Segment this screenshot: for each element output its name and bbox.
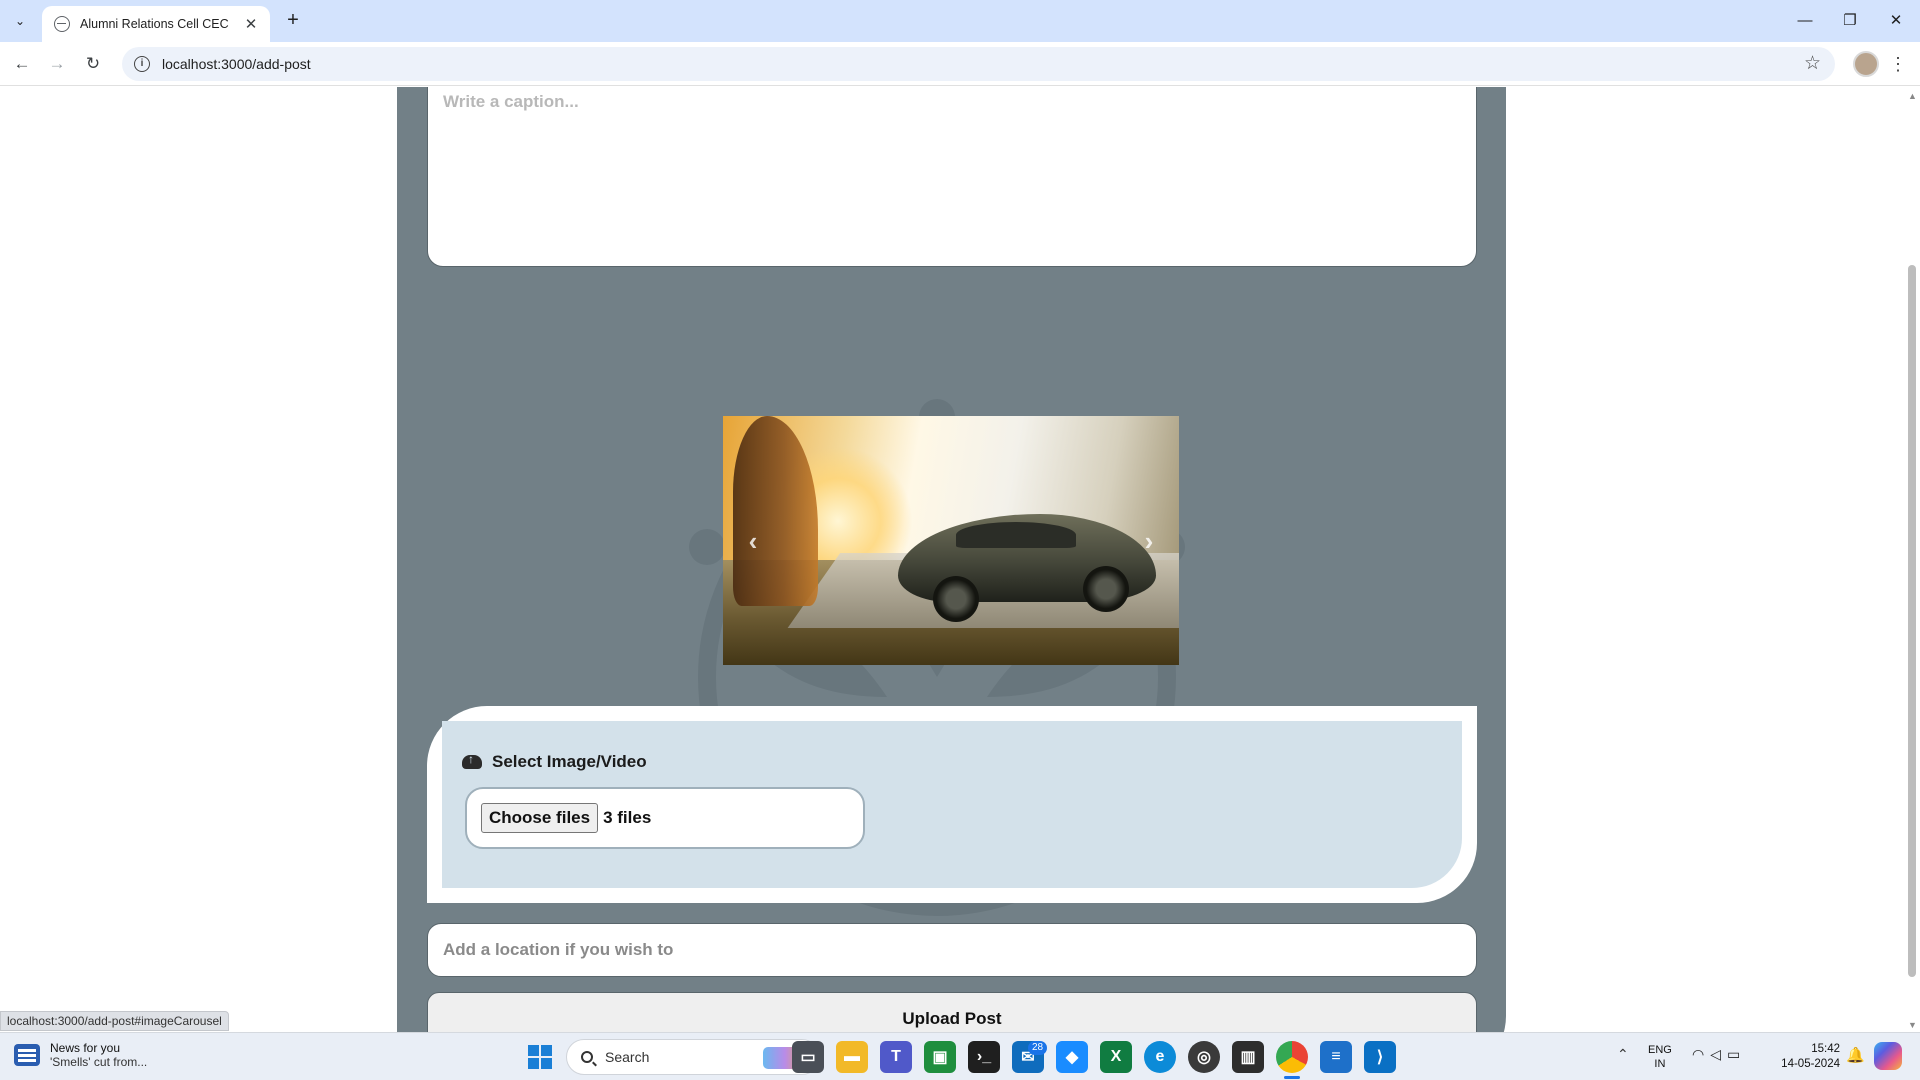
maximize-button[interactable]: ❐ bbox=[1827, 0, 1873, 40]
close-window-button[interactable]: ✕ bbox=[1873, 0, 1919, 40]
chrome-icon[interactable] bbox=[1276, 1041, 1308, 1073]
file-explorer-icon[interactable]: ▬ bbox=[836, 1041, 868, 1073]
wifi-volume-battery-icons[interactable]: ◠◁▭ bbox=[1692, 1046, 1746, 1063]
tab-search-icon[interactable]: ⌄ bbox=[8, 9, 32, 33]
excel-icon[interactable]: X bbox=[1100, 1041, 1132, 1073]
tray-overflow-icon[interactable]: ⌃ bbox=[1617, 1046, 1629, 1063]
scroll-up-icon[interactable]: ▲ bbox=[1908, 91, 1917, 101]
carousel-next-icon[interactable]: › bbox=[1134, 521, 1164, 561]
vscode-icon[interactable]: ⟩ bbox=[1364, 1041, 1396, 1073]
bookmark-star-icon[interactable]: ☆ bbox=[1804, 52, 1821, 75]
taskbar: News for you 'Smells' cut from... Search… bbox=[0, 1032, 1920, 1080]
forward-arrow-icon[interactable]: → bbox=[43, 50, 71, 78]
scroll-down-icon[interactable]: ▼ bbox=[1908, 1020, 1917, 1030]
copilot-icon[interactable] bbox=[1874, 1042, 1902, 1070]
upload-panel: Select Image/Video Choose files 3 files bbox=[442, 721, 1462, 888]
file-input[interactable]: Choose files 3 files bbox=[465, 787, 865, 849]
page-scrollbar[interactable]: ▲ ▼ bbox=[1904, 87, 1920, 1032]
task-view-icon[interactable]: ▭ bbox=[792, 1041, 824, 1073]
upload-label: Select Image/Video bbox=[462, 752, 647, 772]
location-placeholder: Add a location if you wish to bbox=[443, 940, 674, 959]
tab-close-icon[interactable]: ✕ bbox=[242, 15, 260, 33]
car-wheel bbox=[933, 576, 979, 622]
choose-files-button[interactable]: Choose files bbox=[481, 803, 599, 833]
lang-line2: IN bbox=[1654, 1058, 1666, 1070]
location-input[interactable]: Add a location if you wish to bbox=[427, 923, 1477, 977]
notification-bell-icon[interactable]: 🔔 bbox=[1846, 1046, 1865, 1064]
news-widget[interactable]: News for you 'Smells' cut from... bbox=[14, 1041, 147, 1069]
tab-strip: ⌄ Alumni Relations Cell CEC ✕ + — ❐ ✕ bbox=[0, 0, 1920, 42]
app-icon[interactable]: ◎ bbox=[1188, 1041, 1220, 1073]
upload-label-text: Select Image/Video bbox=[492, 752, 647, 771]
car-wheel bbox=[1083, 566, 1129, 612]
search-icon bbox=[581, 1051, 593, 1063]
news-title: News for you bbox=[50, 1041, 121, 1055]
language-indicator[interactable]: ENG IN bbox=[1648, 1043, 1672, 1071]
carousel-prev-icon[interactable]: ‹ bbox=[738, 521, 768, 561]
scroll-thumb[interactable] bbox=[1908, 265, 1916, 977]
reload-icon[interactable]: ↻ bbox=[79, 50, 107, 78]
globe-icon bbox=[54, 16, 70, 32]
classroom-icon[interactable]: ▣ bbox=[924, 1041, 956, 1073]
cloud-upload-icon bbox=[462, 752, 482, 769]
browser-menu-icon[interactable]: ⋮ bbox=[1888, 50, 1908, 78]
add-post-card: Write a caption... ‹ › Select Image/Vide… bbox=[397, 87, 1506, 1032]
taskbar-search[interactable]: Search bbox=[566, 1039, 820, 1075]
minimize-button[interactable]: — bbox=[1782, 0, 1828, 40]
terminal-icon[interactable]: ›_ bbox=[968, 1041, 1000, 1073]
active-app-indicator bbox=[1284, 1076, 1300, 1079]
new-tab-button[interactable]: + bbox=[281, 9, 305, 33]
upload-post-button[interactable]: Upload Post bbox=[427, 992, 1477, 1032]
news-subtitle: 'Smells' cut from... bbox=[50, 1055, 148, 1069]
upload-section: Select Image/Video Choose files 3 files bbox=[427, 706, 1477, 903]
store-icon[interactable]: ◆ bbox=[1056, 1041, 1088, 1073]
notepad-icon[interactable]: ≡ bbox=[1320, 1041, 1352, 1073]
address-bar[interactable]: i localhost:3000/add-post ☆ bbox=[122, 47, 1835, 81]
caption-placeholder: Write a caption... bbox=[443, 92, 579, 111]
tree-trunk bbox=[733, 416, 818, 606]
teams-icon[interactable]: T bbox=[880, 1041, 912, 1073]
tab-title: Alumni Relations Cell CEC bbox=[80, 17, 229, 31]
back-arrow-icon[interactable]: ← bbox=[8, 50, 36, 78]
site-info-icon[interactable]: i bbox=[134, 56, 150, 72]
image-carousel[interactable]: ‹ › bbox=[723, 416, 1179, 665]
page-viewport: Write a caption... ‹ › Select Image/Vide… bbox=[0, 87, 1904, 1032]
app-icon-2[interactable]: ▥ bbox=[1232, 1041, 1264, 1073]
file-count: 3 files bbox=[603, 808, 652, 827]
browser-toolbar: ← → ↻ i localhost:3000/add-post ☆ ⋮ bbox=[0, 42, 1920, 86]
caption-textarea[interactable]: Write a caption... bbox=[427, 87, 1477, 267]
system-clock[interactable]: 15:42 14-05-2024 bbox=[1770, 1042, 1840, 1072]
link-status-bar: localhost:3000/add-post#imageCarousel bbox=[0, 1011, 229, 1031]
news-icon bbox=[14, 1044, 40, 1066]
profile-avatar[interactable] bbox=[1853, 51, 1879, 77]
url-text[interactable]: localhost:3000/add-post bbox=[162, 56, 311, 72]
windows-start-icon[interactable] bbox=[528, 1045, 552, 1069]
mail-badge: 28 bbox=[1028, 1041, 1048, 1055]
active-tab[interactable]: Alumni Relations Cell CEC ✕ bbox=[42, 6, 270, 42]
clock-time: 15:42 bbox=[1811, 1043, 1840, 1055]
clock-date: 14-05-2024 bbox=[1781, 1058, 1840, 1070]
search-label: Search bbox=[605, 1049, 650, 1065]
carousel-image bbox=[723, 416, 1179, 665]
edge-icon[interactable]: e bbox=[1144, 1041, 1176, 1073]
lang-line1: ENG bbox=[1648, 1044, 1672, 1056]
